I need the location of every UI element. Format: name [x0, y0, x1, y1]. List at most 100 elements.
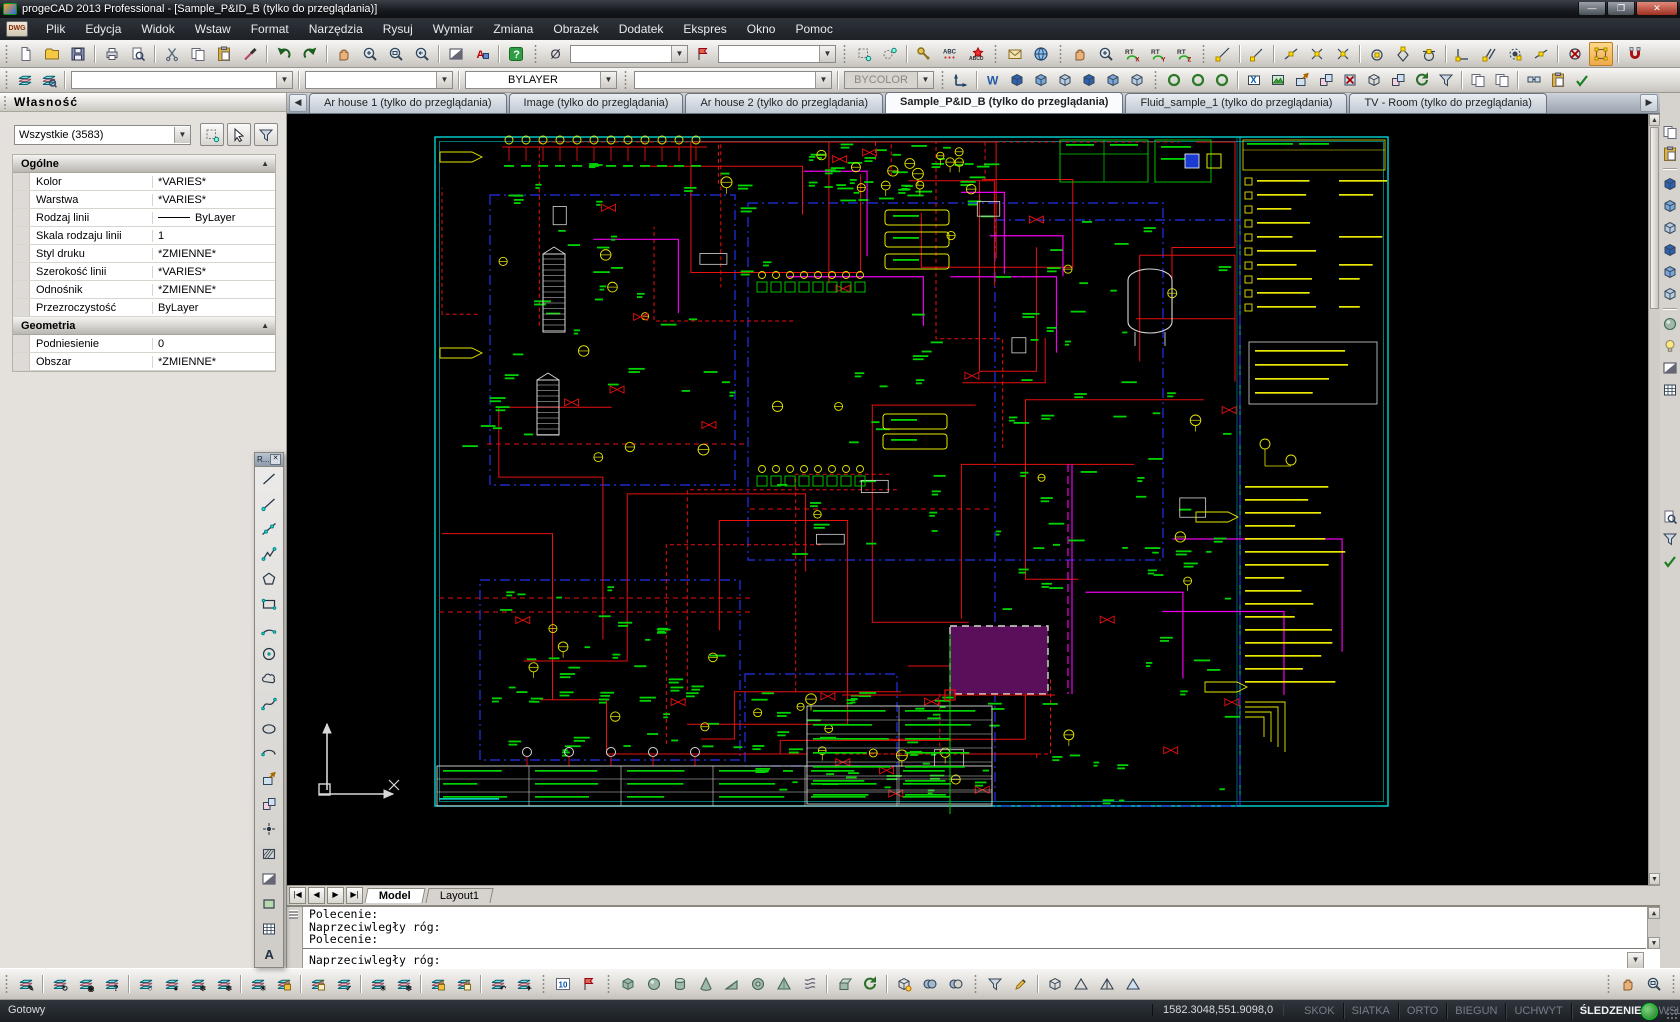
- view-top-button[interactable]: [1102, 70, 1124, 91]
- linetype-name-combo[interactable]: BYLAYER▼: [465, 71, 617, 89]
- quick-select-button[interactable]: [200, 123, 224, 146]
- section-header-ogólne[interactable]: Ogólne▲: [13, 155, 275, 173]
- find-replace-button[interactable]: ABCD: [964, 42, 988, 66]
- toolbar-grip[interactable]: [541, 974, 546, 994]
- draw-gradient-button[interactable]: [257, 867, 281, 891]
- solid-cone-button[interactable]: [694, 972, 718, 996]
- layer-edit-button[interactable]: ✎: [14, 972, 38, 996]
- draw-spline-button[interactable]: [257, 692, 281, 716]
- close-button[interactable]: ✕: [1636, 2, 1678, 16]
- mesh-wedge-button[interactable]: [1121, 972, 1145, 996]
- draw-line-button[interactable]: [257, 467, 281, 491]
- layer-combo[interactable]: ▼: [71, 71, 293, 89]
- layer-previous-button[interactable]: ↶: [486, 972, 510, 996]
- draw-hatch-button[interactable]: [257, 842, 281, 866]
- status-toggle-skok[interactable]: SKOK: [1296, 1003, 1344, 1019]
- tab-scroll-left-icon[interactable]: ◀: [289, 94, 307, 112]
- resize-grip-icon[interactable]: [1666, 1008, 1678, 1020]
- mesh-box-button[interactable]: [1043, 972, 1067, 996]
- draw-rectangle-button[interactable]: [257, 592, 281, 616]
- named-views-button[interactable]: [1660, 507, 1680, 527]
- view-cube-sw-button[interactable]: [1660, 174, 1680, 194]
- snap-center-button[interactable]: [1365, 42, 1389, 66]
- layer-unlock-all-button[interactable]: [452, 972, 476, 996]
- layout-nav-3[interactable]: ▶|: [346, 887, 363, 904]
- pan-realtime-button[interactable]: [1068, 42, 1092, 66]
- publish-web-button[interactable]: [1029, 42, 1053, 66]
- draw-toolbar-titlebar[interactable]: R... ✕: [255, 453, 283, 467]
- insert-block-button[interactable]: [257, 767, 281, 791]
- menu-wstaw[interactable]: Wstaw: [185, 20, 241, 38]
- wipeout-frame-button[interactable]: 10: [551, 972, 575, 996]
- group-button[interactable]: [1523, 70, 1545, 91]
- render-full-button[interactable]: [1211, 70, 1233, 91]
- zoom-previous-button[interactable]: [410, 42, 434, 66]
- solid-pyramid-button[interactable]: [772, 972, 796, 996]
- lineweight-combo[interactable]: ▼: [718, 45, 836, 63]
- lineweight-button[interactable]: [691, 42, 715, 66]
- layer-identify-button[interactable]: ?: [100, 972, 124, 996]
- pack-and-go-button[interactable]: [1547, 70, 1569, 91]
- status-toggle-siatka[interactable]: SIATKA: [1344, 1003, 1399, 1019]
- toolbar-grip[interactable]: [842, 44, 847, 64]
- print-preview-button[interactable]: [126, 42, 150, 66]
- menu-rysuj[interactable]: Rysuj: [373, 20, 423, 38]
- layer-lock-button[interactable]: [272, 972, 296, 996]
- audit-button[interactable]: [1571, 70, 1593, 91]
- draworder-front-button[interactable]: [1467, 70, 1489, 91]
- property-value[interactable]: ByLayer: [153, 212, 275, 224]
- maximize-button[interactable]: ❐: [1607, 2, 1635, 16]
- spell-check-button[interactable]: ABC: [938, 42, 962, 66]
- save-button[interactable]: [66, 42, 90, 66]
- draw-mtext-button[interactable]: A: [257, 942, 281, 966]
- toolbar-grip[interactable]: [623, 70, 628, 90]
- drawing-area[interactable]: [287, 114, 1648, 885]
- draw-ellipse-arc-button[interactable]: [257, 742, 281, 766]
- toolbar-grip[interactable]: [1058, 44, 1063, 64]
- draw-revcloud-button[interactable]: [257, 667, 281, 691]
- select-objects-button[interactable]: [227, 123, 251, 146]
- property-value[interactable]: *VARIES*: [153, 176, 275, 188]
- lineweight-name-combo[interactable]: ▼: [634, 71, 832, 89]
- sketch-button[interactable]: [1009, 972, 1033, 996]
- view-ne-isometric-button[interactable]: [1054, 70, 1076, 91]
- command-scroll-down-icon[interactable]: ▼: [1648, 937, 1660, 949]
- zoom-window-button[interactable]: [384, 42, 408, 66]
- union-button[interactable]: [918, 972, 942, 996]
- color-combo[interactable]: ▼: [305, 71, 453, 89]
- command-scroll-up-icon[interactable]: ▲: [1648, 907, 1660, 919]
- draw-table-button[interactable]: [257, 917, 281, 941]
- doc-tab[interactable]: TV - Room (tylko do przeglądania): [1349, 93, 1547, 113]
- draw-ellipse-button[interactable]: [257, 717, 281, 741]
- snap-magnet-button[interactable]: [1623, 42, 1647, 66]
- toolbar-grip[interactable]: [1671, 974, 1676, 994]
- tab-model[interactable]: Model: [364, 888, 425, 903]
- revolve-button[interactable]: [858, 972, 882, 996]
- draw-point-button[interactable]: [257, 817, 281, 841]
- toolbar-grip[interactable]: [533, 44, 538, 64]
- security-key-button[interactable]: [912, 42, 936, 66]
- snap-from-button[interactable]: [1211, 42, 1235, 66]
- zoom-realtime-button[interactable]: [358, 42, 382, 66]
- chevron-down-icon[interactable]: ▼: [174, 127, 190, 143]
- menu-dodatek[interactable]: Dodatek: [609, 20, 674, 38]
- toolbar-grip[interactable]: [973, 974, 978, 994]
- layout-nav-1[interactable]: ◀: [308, 887, 325, 904]
- view-nw-isometric-button[interactable]: [1078, 70, 1100, 91]
- section-header-geometria[interactable]: Geometria▲: [13, 317, 275, 335]
- tab-scroll-right-icon[interactable]: ▶: [1640, 94, 1658, 112]
- layer-freeze-button[interactable]: ❄: [186, 972, 210, 996]
- command-input[interactable]: Naprzeciwległy róg:: [309, 953, 1630, 967]
- ucs-icon-toggle-button[interactable]: [950, 70, 972, 91]
- toolbar-grip[interactable]: [4, 974, 9, 994]
- snap-endpoint-button[interactable]: [1245, 42, 1269, 66]
- menu-format[interactable]: Format: [241, 20, 299, 38]
- solid-torus-button[interactable]: [746, 972, 770, 996]
- snap-tangent-button[interactable]: [1417, 42, 1441, 66]
- layer-light-off-button[interactable]: ❄: [392, 972, 416, 996]
- solid-box-button[interactable]: [616, 972, 640, 996]
- rotate-rt-z-button[interactable]: RTZ: [1172, 42, 1196, 66]
- snap-node-button[interactable]: [1503, 42, 1527, 66]
- layer-off-button[interactable]: ○: [134, 972, 158, 996]
- chevron-down-icon[interactable]: ▼: [671, 46, 687, 62]
